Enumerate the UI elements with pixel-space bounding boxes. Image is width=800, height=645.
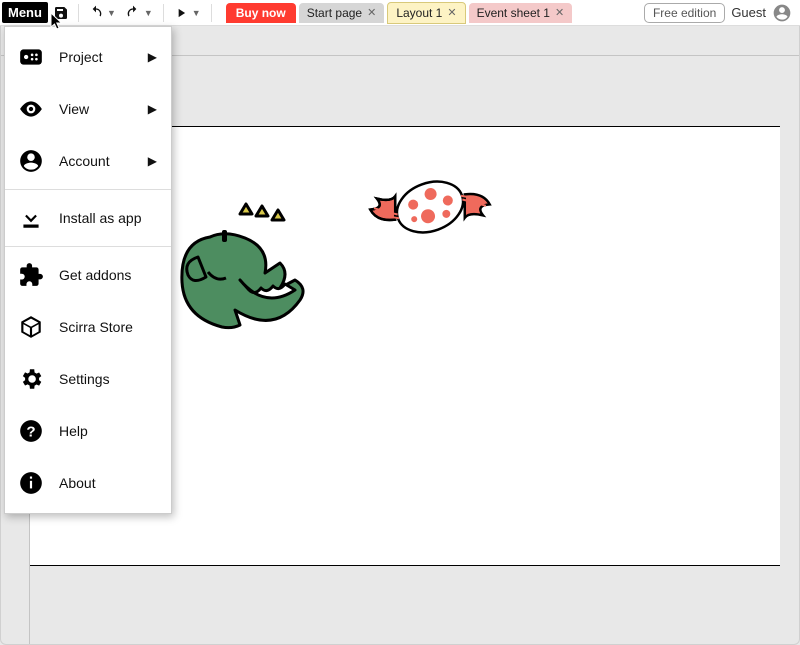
menu-label: View xyxy=(59,101,89,117)
view-icon xyxy=(17,95,45,123)
close-icon[interactable]: ✕ xyxy=(447,6,456,19)
close-icon[interactable]: ✕ xyxy=(367,6,376,19)
menu-item-account[interactable]: Account ▶ xyxy=(5,135,171,187)
tab-label: Buy now xyxy=(236,6,286,20)
candy-sprite[interactable] xyxy=(365,157,495,260)
menu-label: Account xyxy=(59,153,110,169)
separator xyxy=(78,4,79,22)
menu-label: Menu xyxy=(8,5,42,20)
addons-icon xyxy=(17,261,45,289)
project-icon xyxy=(17,43,45,71)
tab-layout-1[interactable]: Layout 1 ✕ xyxy=(387,2,465,24)
menu-label: About xyxy=(59,475,96,491)
menu-separator xyxy=(5,189,171,190)
about-icon xyxy=(17,469,45,497)
guest-label: Guest xyxy=(731,5,766,20)
chevron-right-icon: ▶ xyxy=(148,154,157,168)
menu-label: Install as app xyxy=(59,210,142,226)
main-toolbar: Menu ▼ ▼ ▼ Buy now Start page ✕ Layout 1… xyxy=(0,0,800,26)
tab-start-page[interactable]: Start page ✕ xyxy=(299,3,385,23)
toolbar-right: Free edition Guest xyxy=(644,3,798,23)
separator xyxy=(211,4,212,22)
separator xyxy=(163,4,164,22)
play-icon[interactable] xyxy=(170,2,192,24)
chevron-right-icon: ▶ xyxy=(148,102,157,116)
gear-icon xyxy=(17,365,45,393)
menu-item-settings[interactable]: Settings xyxy=(5,353,171,405)
redo-caret-icon[interactable]: ▼ xyxy=(144,8,153,18)
help-icon: ? xyxy=(17,417,45,445)
save-icon[interactable] xyxy=(50,2,72,24)
tab-label: Event sheet 1 xyxy=(477,6,550,20)
menu-button[interactable]: Menu xyxy=(2,2,48,23)
chevron-right-icon: ▶ xyxy=(148,50,157,64)
install-icon xyxy=(17,204,45,232)
menu-item-view[interactable]: View ▶ xyxy=(5,83,171,135)
dinosaur-sprite[interactable] xyxy=(180,202,330,335)
close-icon[interactable]: ✕ xyxy=(555,6,564,19)
tab-event-sheet-1[interactable]: Event sheet 1 ✕ xyxy=(469,3,573,23)
main-menu-dropdown: Project ▶ View ▶ Account ▶ Install as ap… xyxy=(4,26,172,514)
undo-caret-icon[interactable]: ▼ xyxy=(107,8,116,18)
menu-label: Help xyxy=(59,423,88,439)
tab-buy-now[interactable]: Buy now xyxy=(226,3,296,23)
free-edition-badge[interactable]: Free edition xyxy=(644,3,725,23)
undo-icon[interactable] xyxy=(85,2,107,24)
menu-item-addons[interactable]: Get addons xyxy=(5,249,171,301)
menu-separator xyxy=(5,246,171,247)
store-icon xyxy=(17,313,45,341)
tab-label: Start page xyxy=(307,6,362,20)
menu-label: Project xyxy=(59,49,103,65)
menu-item-about[interactable]: About xyxy=(5,457,171,509)
menu-item-help[interactable]: ? Help xyxy=(5,405,171,457)
user-avatar-icon[interactable] xyxy=(772,3,792,23)
play-caret-icon[interactable]: ▼ xyxy=(192,8,201,18)
svg-text:?: ? xyxy=(26,423,35,440)
menu-label: Get addons xyxy=(59,267,131,283)
menu-label: Settings xyxy=(59,371,110,387)
tab-label: Layout 1 xyxy=(396,6,442,20)
account-icon xyxy=(17,147,45,175)
menu-item-install[interactable]: Install as app xyxy=(5,192,171,244)
menu-label: Scirra Store xyxy=(59,319,133,335)
menu-item-store[interactable]: Scirra Store xyxy=(5,301,171,353)
redo-icon[interactable] xyxy=(122,2,144,24)
tab-bar: Buy now Start page ✕ Layout 1 ✕ Event sh… xyxy=(226,2,572,24)
menu-item-project[interactable]: Project ▶ xyxy=(5,31,171,83)
